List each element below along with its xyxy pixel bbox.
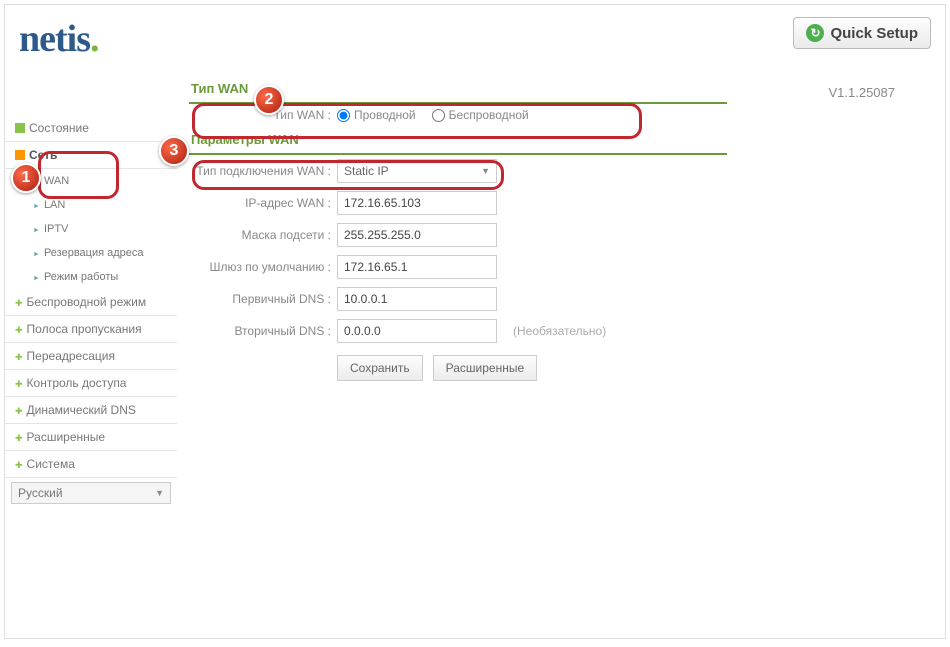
save-button[interactable]: Сохранить xyxy=(337,355,423,381)
language-select[interactable]: Русский ▼ xyxy=(11,482,171,504)
annotation-marker-1: 1 xyxy=(11,163,41,193)
sidebar-item-forwarding[interactable]: Переадресация xyxy=(5,343,177,370)
ip-input[interactable] xyxy=(337,191,497,215)
chevron-down-icon: ▼ xyxy=(481,166,490,176)
conn-type-value: Static IP xyxy=(344,164,389,178)
sidebar-item-access[interactable]: Контроль доступа xyxy=(5,370,177,397)
quick-setup-button[interactable]: ↻ Quick Setup xyxy=(793,17,931,49)
plus-icon xyxy=(15,376,23,390)
mask-label: Маска подсети : xyxy=(189,228,337,242)
arrow-icon xyxy=(33,199,40,211)
version-label: V1.1.25087 xyxy=(828,85,895,100)
annotation-marker-2: 2 xyxy=(254,85,284,115)
sidebar-item-ddns[interactable]: Динамический DNS xyxy=(5,397,177,424)
sidebar-item-system[interactable]: Система xyxy=(5,451,177,478)
sidebar-item-wireless[interactable]: Беспроводной режим xyxy=(5,289,177,316)
arrow-icon xyxy=(33,223,40,235)
plus-icon xyxy=(15,403,23,417)
sidebar-item-mode[interactable]: Режим работы xyxy=(5,265,177,289)
refresh-icon: ↻ xyxy=(806,24,824,42)
quick-setup-label: Quick Setup xyxy=(830,25,918,42)
dns1-label: Первичный DNS : xyxy=(189,292,337,306)
content-area: Тип WAN Тип WAN : Проводной Беспроводной… xyxy=(177,67,747,508)
plus-icon xyxy=(15,349,23,363)
arrow-icon xyxy=(33,247,40,259)
arrow-icon xyxy=(33,271,40,283)
sidebar-item-status[interactable]: Состояние xyxy=(5,115,177,142)
radio-wireless-input[interactable] xyxy=(432,109,445,122)
gateway-input[interactable] xyxy=(337,255,497,279)
bullet-icon xyxy=(15,123,25,133)
sidebar-item-lan[interactable]: LAN xyxy=(5,193,177,217)
dns2-label: Вторичный DNS : xyxy=(189,324,337,338)
optional-label: (Необязательно) xyxy=(513,324,606,338)
plus-icon xyxy=(15,295,23,309)
conn-type-select[interactable]: Static IP ▼ xyxy=(337,159,497,183)
ip-label: IP-адрес WAN : xyxy=(189,196,337,210)
sidebar-item-advanced[interactable]: Расширенные xyxy=(5,424,177,451)
radio-wired[interactable]: Проводной xyxy=(337,108,416,122)
advanced-button[interactable]: Расширенные xyxy=(433,355,538,381)
plus-icon xyxy=(15,322,23,336)
chevron-down-icon: ▼ xyxy=(155,488,164,498)
conn-type-label: Тип подключения WAN : xyxy=(189,164,337,178)
sidebar-item-reservation[interactable]: Резервация адреса xyxy=(5,241,177,265)
logo: netis. xyxy=(19,17,99,61)
dns2-input[interactable] xyxy=(337,319,497,343)
annotation-marker-3: 3 xyxy=(159,136,189,166)
language-value: Русский xyxy=(18,486,63,500)
dns1-input[interactable] xyxy=(337,287,497,311)
gateway-label: Шлюз по умолчанию : xyxy=(189,260,337,274)
radio-wired-input[interactable] xyxy=(337,109,350,122)
bullet-icon xyxy=(15,150,25,160)
sidebar-item-bandwidth[interactable]: Полоса пропускания xyxy=(5,316,177,343)
section-wan-params-title: Параметры WAN xyxy=(189,126,727,155)
sidebar-item-iptv[interactable]: IPTV xyxy=(5,217,177,241)
mask-input[interactable] xyxy=(337,223,497,247)
plus-icon xyxy=(15,430,23,444)
radio-wireless[interactable]: Беспроводной xyxy=(432,108,529,122)
plus-icon xyxy=(15,457,23,471)
